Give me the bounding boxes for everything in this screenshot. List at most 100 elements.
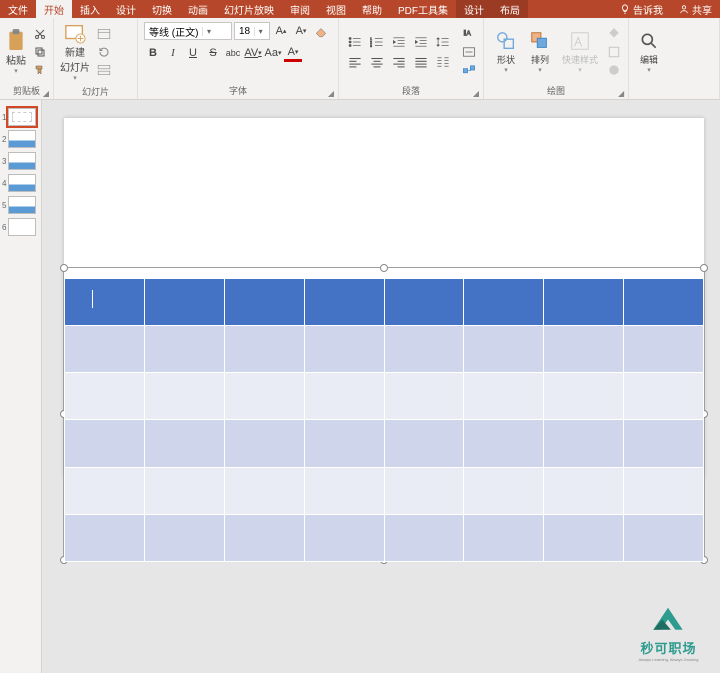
- line-spacing-button[interactable]: [433, 33, 453, 51]
- clear-format-button[interactable]: [312, 22, 330, 40]
- shape-fill-button[interactable]: [606, 26, 622, 42]
- tell-me[interactable]: 告诉我: [612, 0, 671, 18]
- shape-effects-button[interactable]: [606, 62, 622, 78]
- group-label: 剪贴板◢: [0, 85, 53, 99]
- align-left-button[interactable]: [345, 53, 365, 71]
- resize-handle-n[interactable]: [380, 264, 388, 272]
- copy-button[interactable]: [32, 44, 48, 60]
- tab-review[interactable]: 审阅: [282, 0, 318, 18]
- bullets-button[interactable]: [345, 33, 365, 51]
- layout-button[interactable]: [96, 26, 112, 42]
- tab-pdf[interactable]: PDF工具集: [390, 0, 456, 18]
- dialog-launcher-icon[interactable]: ◢: [616, 88, 626, 98]
- change-case-button[interactable]: Aa▾: [264, 44, 282, 62]
- tab-slideshow[interactable]: 幻灯片放映: [216, 0, 282, 18]
- tab-tabletools-design[interactable]: 设计: [456, 0, 492, 18]
- find-button[interactable]: 编辑▾: [633, 29, 665, 74]
- dialog-launcher-icon[interactable]: ◢: [471, 88, 481, 98]
- eraser-icon: [314, 24, 328, 38]
- layout-icon: [97, 28, 111, 40]
- section-button[interactable]: [96, 62, 112, 78]
- paste-button[interactable]: 粘贴 ▾: [4, 26, 28, 77]
- chevron-down-icon: ▾: [254, 27, 266, 36]
- thumb-6[interactable]: 6: [2, 218, 39, 236]
- indent-inc-button[interactable]: [411, 33, 431, 51]
- scissors-icon: [34, 28, 46, 40]
- strike-button[interactable]: S: [204, 44, 222, 62]
- watermark-logo-icon: [646, 604, 690, 638]
- font-name-combo[interactable]: 等线 (正文)▾: [144, 22, 232, 40]
- arrange-button[interactable]: 排列▾: [524, 29, 556, 74]
- tab-help[interactable]: 帮助: [354, 0, 390, 18]
- text-direction-button[interactable]: ‖A: [461, 26, 477, 42]
- group-paragraph: 123 ‖A 段落◢: [339, 18, 484, 99]
- align-left-icon: [348, 56, 362, 68]
- cut-button[interactable]: [32, 26, 48, 42]
- svg-text:‖A: ‖A: [463, 30, 471, 37]
- table-row: [65, 326, 704, 373]
- bold-button[interactable]: B: [144, 44, 162, 62]
- align-justify-icon: [414, 56, 428, 68]
- indent-icon: [414, 36, 428, 48]
- workspace: 1 2 3 4 5 6: [0, 100, 720, 673]
- char-spacing-button[interactable]: AV▾: [244, 44, 262, 62]
- group-drawing: 形状▾ 排列▾ 快速样式▾ 绘图◢: [484, 18, 629, 99]
- thumb-2[interactable]: 2: [2, 130, 39, 148]
- shadow-button[interactable]: abc: [224, 44, 242, 62]
- table-row: [65, 420, 704, 467]
- align-text-button[interactable]: [461, 44, 477, 60]
- table-row: [65, 373, 704, 420]
- underline-button[interactable]: U: [184, 44, 202, 62]
- table-row: [65, 514, 704, 561]
- thumb-5[interactable]: 5: [2, 196, 39, 214]
- thumb-1[interactable]: 1: [2, 108, 39, 126]
- format-painter-button[interactable]: [32, 62, 48, 78]
- text-direction-icon: ‖A: [462, 28, 476, 40]
- tab-tabletools-layout[interactable]: 布局: [492, 0, 528, 18]
- dialog-launcher-icon[interactable]: ◢: [326, 88, 336, 98]
- tab-home[interactable]: 开始: [36, 0, 72, 18]
- selected-table[interactable]: [64, 268, 704, 560]
- shapes-button[interactable]: 形状▾: [490, 29, 522, 74]
- bullets-icon: [348, 36, 362, 48]
- tab-view[interactable]: 视图: [318, 0, 354, 18]
- thumb-4[interactable]: 4: [2, 174, 39, 192]
- group-label: 幻灯片: [54, 86, 137, 100]
- font-color-button[interactable]: A▾: [284, 44, 302, 62]
- smartart-button[interactable]: [461, 62, 477, 78]
- tab-animation[interactable]: 动画: [180, 0, 216, 18]
- brush-icon: [34, 64, 46, 76]
- shrink-font-button[interactable]: A▾: [292, 22, 310, 40]
- clipboard-icon: [6, 28, 26, 52]
- share-button[interactable]: 共享: [671, 0, 720, 18]
- align-right-button[interactable]: [389, 53, 409, 71]
- align-justify-button[interactable]: [411, 53, 431, 71]
- align-center-button[interactable]: [367, 53, 387, 71]
- outdent-icon: [392, 36, 406, 48]
- font-size-combo[interactable]: 18▾: [234, 22, 270, 40]
- indent-dec-button[interactable]: [389, 33, 409, 51]
- slide-canvas[interactable]: 秒可职场 Always Learning, Always Growing: [42, 100, 720, 673]
- group-slides: 新建 幻灯片 ▾ 幻灯片: [54, 18, 138, 99]
- dialog-launcher-icon[interactable]: ◢: [41, 88, 51, 98]
- quick-styles-button[interactable]: 快速样式▾: [558, 29, 602, 74]
- italic-button[interactable]: I: [164, 44, 182, 62]
- ribbon-tabs: 文件 开始 插入 设计 切换 动画 幻灯片放映 审阅 视图 帮助 PDF工具集 …: [0, 0, 720, 18]
- tab-transition[interactable]: 切换: [144, 0, 180, 18]
- new-slide-button[interactable]: 新建 幻灯片 ▾: [58, 20, 92, 84]
- thumb-3[interactable]: 3: [2, 152, 39, 170]
- columns-button[interactable]: [433, 53, 453, 71]
- tab-insert[interactable]: 插入: [72, 0, 108, 18]
- numbering-button[interactable]: 123: [367, 33, 387, 51]
- resize-handle-ne[interactable]: [700, 264, 708, 272]
- outline-icon: [607, 45, 621, 59]
- tab-file[interactable]: 文件: [0, 0, 36, 18]
- shape-outline-button[interactable]: [606, 44, 622, 60]
- resize-handle-nw[interactable]: [60, 264, 68, 272]
- table[interactable]: [64, 278, 704, 562]
- numbering-icon: 123: [370, 36, 384, 48]
- grow-font-button[interactable]: A▴: [272, 22, 290, 40]
- tab-design[interactable]: 设计: [108, 0, 144, 18]
- reset-button[interactable]: [96, 44, 112, 60]
- group-clipboard: 粘贴 ▾ 剪贴板◢: [0, 18, 54, 99]
